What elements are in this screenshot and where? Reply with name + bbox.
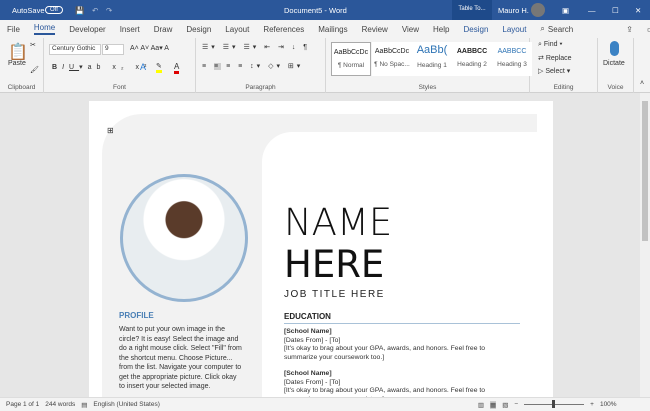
tab-layout[interactable]: Layout xyxy=(225,25,249,34)
page: ⊞ PROFILE Want to put your own image in … xyxy=(89,101,553,397)
job-title[interactable]: JOB TITLE HERE xyxy=(284,289,385,300)
maximize-button[interactable]: ☐ xyxy=(612,6,619,15)
tab-developer[interactable]: Developer xyxy=(69,25,105,34)
undo-icon[interactable]: ↶ xyxy=(92,6,98,15)
redo-icon[interactable]: ↷ xyxy=(106,6,112,15)
share-icon[interactable]: ⇪ xyxy=(626,25,633,34)
list-buttons[interactable]: ☰▾ ☰▾ ☰▾ ⇤ ⇥ ↓ ¶ xyxy=(202,43,310,51)
profile-heading: PROFILE xyxy=(119,311,154,320)
autosave-toggle[interactable]: Off xyxy=(45,6,63,14)
page-count[interactable]: Page 1 of 1 xyxy=(6,401,39,408)
tab-home[interactable]: Home xyxy=(33,23,56,35)
style-heading-2[interactable]: AABBCC Heading 2 xyxy=(452,42,492,76)
dictate-button[interactable]: Dictate xyxy=(603,60,625,67)
tab-references[interactable]: References xyxy=(263,25,304,34)
editing-label: Editing xyxy=(553,84,574,91)
autosave-label: AutoSave xyxy=(12,5,45,15)
close-button[interactable]: ✕ xyxy=(635,6,641,15)
search-icon[interactable]: ⌕ xyxy=(540,24,544,34)
replace-button[interactable]: ⇄ Replace xyxy=(538,54,572,62)
paragraph-label: Paragraph xyxy=(245,84,276,91)
editing-group: ⌕ Find ▾ ⇄ Replace ▷ Select ▾ Editing xyxy=(530,38,598,93)
status-bar: Page 1 of 1 244 words ▤ English (United … xyxy=(0,397,650,411)
font-label: Font xyxy=(112,84,126,91)
zoom-level[interactable]: 100% xyxy=(600,401,617,408)
education-entry[interactable]: [School Name] [Dates From] - [To] [It's … xyxy=(284,370,520,397)
paste-button[interactable]: Paste xyxy=(8,60,26,67)
education-heading: EDUCATION xyxy=(284,312,520,324)
education-entry[interactable]: [School Name] [Dates From] - [To] [It's … xyxy=(284,328,520,362)
cut-icon[interactable]: ✂ xyxy=(30,41,36,49)
font-group: Century Gothic 9 A˄ A˅ Aa▾ A BIU▾ab x₂ x… xyxy=(44,38,196,93)
name-line-1[interactable]: NAME xyxy=(284,203,392,243)
font-color-icon[interactable]: A xyxy=(174,62,180,74)
ribbon-tabs: File Home Developer Insert Draw Design L… xyxy=(0,20,650,38)
document-area: ⊞ PROFILE Want to put your own image in … xyxy=(0,93,640,397)
font-name-select[interactable]: Century Gothic xyxy=(49,44,101,55)
tab-view[interactable]: View xyxy=(402,25,419,34)
format-buttons[interactable]: BIU▾ab x₂ x² xyxy=(52,63,151,71)
tab-file[interactable]: File xyxy=(7,25,20,34)
font-size-select[interactable]: 9 xyxy=(102,44,124,55)
language[interactable]: English (United States) xyxy=(93,401,159,408)
name-line-2[interactable]: HERE xyxy=(284,245,384,285)
style-normal[interactable]: AaBbCcDc ¶ Normal xyxy=(331,42,371,76)
title-bar: AutoSave Off 💾 ↶ ↷ Document5 - Word Tabl… xyxy=(0,0,650,20)
ribbon: 📋 Paste ✂ 🖌 Clipboard Century Gothic 9 A… xyxy=(0,38,650,93)
proofing-icon[interactable]: ▤ xyxy=(81,401,87,409)
align-buttons[interactable]: ≡ ≡ ≡ ≡ ↕▾ ◇▾ ⊞▾ xyxy=(202,62,303,70)
minimize-button[interactable]: — xyxy=(588,6,596,15)
styles-label: Styles xyxy=(418,84,437,91)
paragraph-group: ☰▾ ☰▾ ☰▾ ⇤ ⇥ ↓ ¶ ≡ ≡ ≡ ≡ ↕▾ ◇▾ ⊞▾ Paragr… xyxy=(196,38,326,93)
save-icon[interactable]: 💾 xyxy=(75,6,84,15)
user-name[interactable]: Mauro H. xyxy=(498,6,529,15)
select-button[interactable]: ▷ Select ▾ xyxy=(538,67,570,75)
word-count[interactable]: 244 words xyxy=(45,401,75,408)
tab-table-design[interactable]: Design xyxy=(463,25,488,34)
zoom-in-button[interactable]: + xyxy=(590,401,594,408)
tab-draw[interactable]: Draw xyxy=(154,25,173,34)
profile-photo[interactable] xyxy=(120,174,248,302)
microphone-icon[interactable] xyxy=(610,41,619,56)
tab-mailings[interactable]: Mailings xyxy=(318,25,347,34)
style-heading-3[interactable]: AABBCC Heading 3 xyxy=(492,42,532,76)
vertical-scrollbar[interactable] xyxy=(640,93,650,397)
document-title: Document5 - Word xyxy=(284,5,347,15)
clipboard-group: 📋 Paste ✂ 🖌 Clipboard xyxy=(0,38,44,93)
search-box[interactable]: Search xyxy=(548,25,573,34)
voice-label: Voice xyxy=(607,84,624,91)
collapse-ribbon-icon[interactable]: ˄ xyxy=(640,80,644,87)
read-mode-icon[interactable]: ▥ xyxy=(478,401,484,409)
style-no-spacing[interactable]: AaBbCcDc ¶ No Spac... xyxy=(372,42,412,76)
tab-insert[interactable]: Insert xyxy=(120,25,140,34)
table-move-handle-icon[interactable]: ⊞ xyxy=(107,126,114,135)
clipboard-label: Clipboard xyxy=(7,84,36,91)
zoom-slider[interactable] xyxy=(524,400,585,408)
styles-group: AaBbCcDc ¶ Normal AaBbCcDc ¶ No Spac... Aa… xyxy=(326,38,532,93)
tab-review[interactable]: Review xyxy=(362,25,388,34)
header-band xyxy=(259,114,537,132)
tab-help[interactable]: Help xyxy=(433,25,449,34)
tab-table-layout[interactable]: Layout xyxy=(502,25,526,34)
profile-text[interactable]: Want to put your own image in the circle… xyxy=(119,325,244,392)
paste-icon[interactable]: 📋 xyxy=(8,42,28,62)
print-layout-icon[interactable]: ▦ xyxy=(490,400,497,409)
zoom-out-button[interactable]: − xyxy=(514,401,518,408)
style-heading-1[interactable]: AaBb(Heading 1 xyxy=(412,42,452,76)
ribbon-display-icon[interactable]: ▣ xyxy=(562,6,569,15)
format-painter-icon[interactable]: 🖌 xyxy=(30,66,39,74)
voice-group: Dictate Voice xyxy=(598,38,634,93)
avatar[interactable] xyxy=(531,3,545,17)
tab-design[interactable]: Design xyxy=(186,25,211,34)
web-layout-icon[interactable]: ▧ xyxy=(502,401,508,409)
grow-font-icon[interactable]: A˄ A˅ Aa▾ A xyxy=(130,44,169,52)
text-effects-icon[interactable]: A xyxy=(140,62,146,72)
context-tab-table-tools[interactable]: Table To... xyxy=(452,0,492,20)
find-button[interactable]: ⌕ Find ▾ xyxy=(538,41,562,49)
highlight-icon[interactable]: ✎ xyxy=(156,62,162,73)
